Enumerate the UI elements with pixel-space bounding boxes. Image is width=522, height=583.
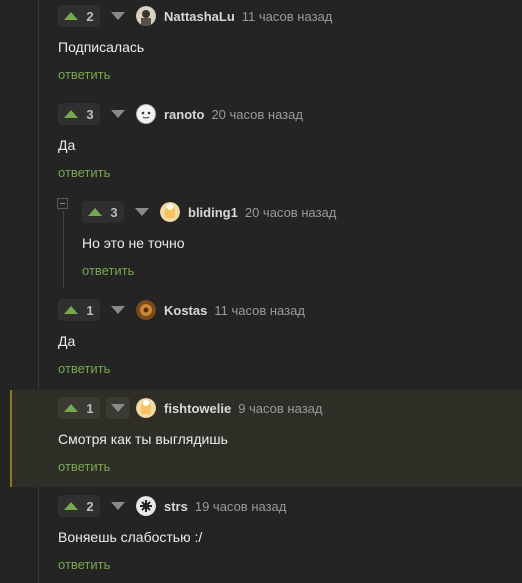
comment-header: 1 Kostas 11 часов назад <box>58 298 305 322</box>
vote-down-icon[interactable] <box>106 495 130 517</box>
reply-link[interactable]: ответить <box>58 459 110 474</box>
comment-header: 3 bliding1 20 часов назад <box>82 200 336 224</box>
username[interactable]: fishtowelie <box>164 401 231 416</box>
comment-nested: 3 bliding1 20 часов назад Но это не точн… <box>64 196 522 294</box>
vote-box: 1 <box>58 299 100 321</box>
comment-text: Подписалась <box>58 39 145 55</box>
avatar[interactable] <box>136 496 156 516</box>
reply-link[interactable]: ответить <box>82 263 134 278</box>
avatar[interactable] <box>136 300 156 320</box>
vote-up-icon[interactable] <box>60 103 82 125</box>
reply-link[interactable]: ответить <box>58 67 110 82</box>
vote-up-icon[interactable] <box>60 397 82 419</box>
comment: 3 ranoto 20 часов назад Да ответить <box>40 98 522 196</box>
reply-link[interactable]: ответить <box>58 165 110 180</box>
avatar[interactable] <box>160 202 180 222</box>
comment-header: 1 fishtowelie 9 часов назад <box>58 396 322 420</box>
comment-highlighted: 1 fishtowelie 9 часов назад Смотря как т… <box>10 390 522 487</box>
vote-box: 2 <box>58 495 100 517</box>
vote-box: 1 <box>58 397 100 419</box>
vote-box: 3 <box>58 103 100 125</box>
timestamp[interactable]: 19 часов назад <box>195 499 287 514</box>
vote-box: 3 <box>82 201 124 223</box>
timestamp[interactable]: 9 часов назад <box>238 401 322 416</box>
vote-up-icon[interactable] <box>60 299 82 321</box>
timestamp[interactable]: 20 часов назад <box>211 107 303 122</box>
reply-link[interactable]: ответить <box>58 557 110 572</box>
comment-text: Воняешь слабостью :/ <box>58 529 203 545</box>
comment: 2 NattashaLu 11 часов назад Подписалась … <box>40 0 522 98</box>
vote-count: 1 <box>86 400 94 416</box>
comment-header: 3 ranoto 20 часов назад <box>58 102 303 126</box>
vote-count: 1 <box>86 302 94 318</box>
comment-header: 2 NattashaLu 11 часов назад <box>58 4 332 28</box>
vote-down-icon[interactable] <box>106 5 130 27</box>
username[interactable]: NattashaLu <box>164 9 235 24</box>
avatar[interactable] <box>136 104 156 124</box>
timestamp[interactable]: 11 часов назад <box>214 303 305 318</box>
comment-text: Смотря как ты выглядишь <box>58 431 228 447</box>
vote-down-icon[interactable] <box>106 299 130 321</box>
avatar[interactable] <box>136 6 156 26</box>
vote-up-icon[interactable] <box>60 5 82 27</box>
username[interactable]: Kostas <box>164 303 207 318</box>
vote-up-icon[interactable] <box>84 201 106 223</box>
comment-text: Да <box>58 137 76 153</box>
comment-text: Да <box>58 333 76 349</box>
vote-up-icon[interactable] <box>60 495 82 517</box>
vote-count: 3 <box>86 106 94 122</box>
username[interactable]: bliding1 <box>188 205 238 220</box>
vote-count: 3 <box>110 204 118 220</box>
timestamp[interactable]: 20 часов назад <box>245 205 337 220</box>
vote-count: 2 <box>86 498 94 514</box>
comment-text: Но это не точно <box>82 235 185 251</box>
reply-link[interactable]: ответить <box>58 361 110 376</box>
comment: 2 strs 19 часов назад Воняешь слабостью … <box>40 490 522 583</box>
thread-line <box>38 0 39 583</box>
vote-down-icon[interactable] <box>106 397 130 419</box>
username[interactable]: strs <box>164 499 188 514</box>
comment-header: 2 strs 19 часов назад <box>58 494 286 518</box>
comment: 1 Kostas 11 часов назад Да ответить <box>40 294 522 388</box>
vote-box: 2 <box>58 5 100 27</box>
avatar[interactable] <box>136 398 156 418</box>
vote-down-icon[interactable] <box>130 201 154 223</box>
username[interactable]: ranoto <box>164 107 204 122</box>
timestamp[interactable]: 11 часов назад <box>242 9 333 24</box>
vote-count: 2 <box>86 8 94 24</box>
vote-down-icon[interactable] <box>106 103 130 125</box>
